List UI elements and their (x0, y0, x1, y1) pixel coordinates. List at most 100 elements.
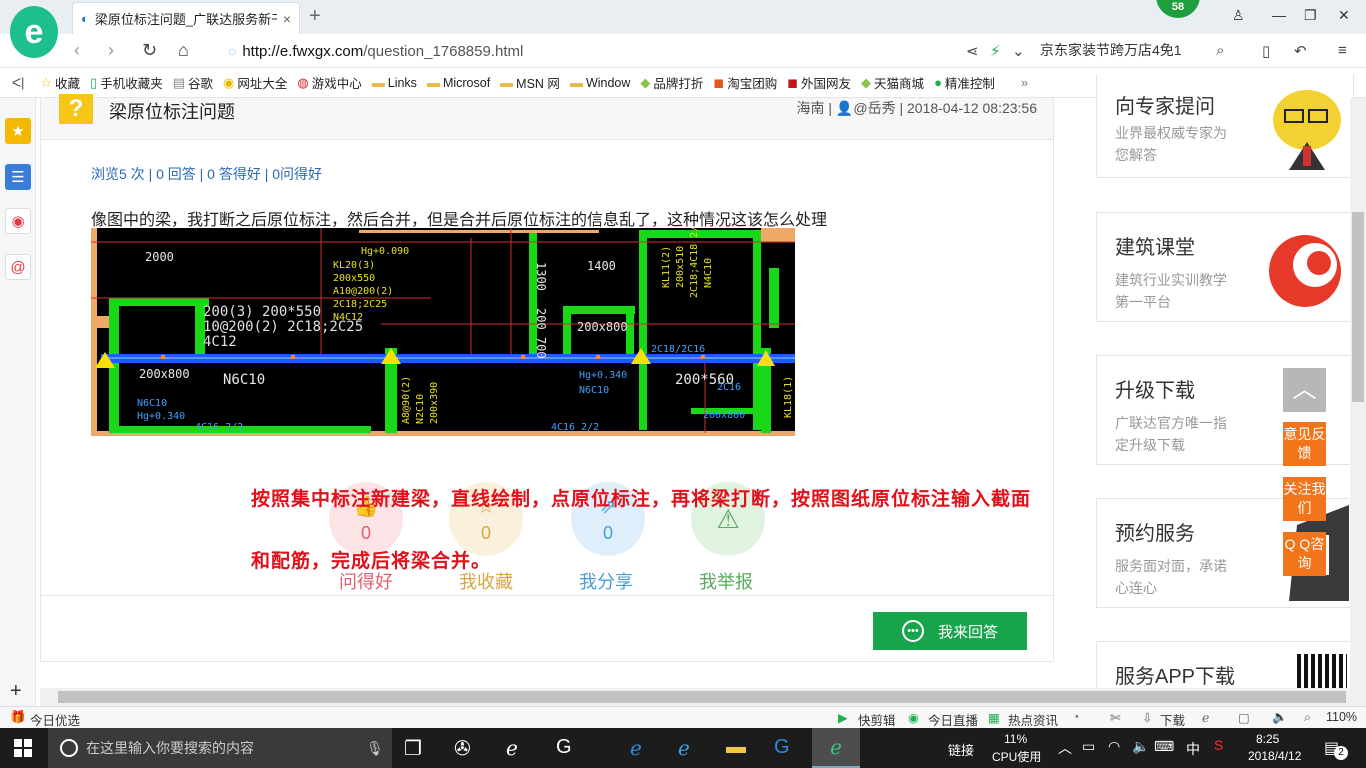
skin-icon[interactable]: ♙ (1232, 7, 1245, 24)
fav-item[interactable]: ▬ Window (570, 75, 630, 90)
chevron-down-icon[interactable]: ⌄ (1012, 42, 1025, 60)
fav-item[interactable]: ◼ 外国网友 (787, 73, 851, 92)
folder-icon: ▬ (569, 75, 583, 90)
taskbar-search-input[interactable]: 在这里输入你要搜索的内容 🎙 (48, 728, 392, 768)
fav-item[interactable]: ▬ Microsof (427, 75, 490, 90)
zoom-level[interactable]: 110% (1326, 710, 1357, 724)
question-mark-icon: ? (59, 94, 93, 124)
fav-item[interactable]: ▤ 谷歌 (173, 73, 213, 92)
glodon-app-icon[interactable]: G (774, 736, 790, 759)
browser-tab[interactable]: ◐ 梁原位标注问题_广联达服务新干 × (72, 2, 300, 34)
mail-icon[interactable]: @ (5, 254, 31, 280)
horizontal-scrollbar[interactable] (40, 688, 1366, 706)
clock-date[interactable]: 2018/4/12 (1248, 749, 1301, 763)
task-view-icon[interactable]: ❐ (404, 736, 422, 761)
zoom-icon[interactable]: ⌕ (1304, 710, 1311, 725)
maximize-button[interactable]: ❐ (1304, 7, 1317, 24)
download-link[interactable]: 下载 (1160, 710, 1185, 729)
fav-item[interactable]: ◍ 游戏中心 (297, 73, 361, 92)
mobile-icon[interactable]: ▯ (1262, 42, 1270, 60)
file-explorer-icon[interactable]: ▬ (726, 736, 746, 759)
microphone-icon[interactable]: 🎙 (366, 740, 384, 757)
url-field[interactable]: ◌ http://e.fwxgx.com/question_1768859.ht… (228, 40, 988, 62)
live-link[interactable]: 今日直播 (928, 710, 978, 729)
favorites-star-icon[interactable]: ★ (5, 118, 31, 144)
quick-clip-link[interactable]: 快剪辑 (858, 710, 896, 729)
refresh-icon[interactable]: ↻ (142, 40, 157, 61)
scroll-thumb[interactable] (1352, 212, 1364, 402)
weibo-icon[interactable]: ◉ (5, 208, 31, 234)
undo-icon[interactable]: ↶ (1294, 42, 1307, 60)
card-building-class[interactable]: 建筑课堂 建筑行业实训教学第一平台 (1096, 212, 1354, 322)
qq-consult-button[interactable]: Q Q咨询 (1283, 532, 1326, 576)
battery-icon[interactable]: ▭ (1082, 738, 1095, 755)
fav-item[interactable]: ◼ 淘宝团购 (713, 73, 777, 92)
windows-start-icon[interactable] (0, 728, 46, 768)
window-icon[interactable]: ▢ (1238, 710, 1250, 725)
app-g-icon[interactable]: G (556, 736, 572, 759)
back-to-top-button[interactable]: ︿ (1283, 368, 1326, 412)
volume-icon[interactable]: 🔈 (1272, 710, 1288, 725)
today-picks-link[interactable]: 今日优选 (30, 710, 80, 729)
fav-item[interactable]: ◉ 网址大全 (223, 73, 287, 92)
fav-item[interactable]: ▬ Links (372, 75, 417, 90)
follow-us-button[interactable]: 关注我们 (1283, 477, 1326, 521)
browser-logo-icon[interactable]: e (10, 6, 58, 58)
card-app-download[interactable]: 服务APP下载 (1096, 641, 1354, 692)
speaker-icon[interactable]: 🔈 (1132, 738, 1149, 755)
minimize-button[interactable]: — (1272, 7, 1286, 23)
author-link[interactable]: @岳秀 (853, 100, 895, 116)
lightning-icon[interactable]: ⚡ (990, 42, 1001, 60)
favorites-toggle-icon[interactable]: ᐸ| (12, 75, 24, 90)
news-link[interactable]: 热点资讯 (1008, 710, 1058, 729)
sogou-icon[interactable]: S (1214, 737, 1223, 753)
fav-item[interactable]: ▯ 手机收藏夹 (90, 73, 163, 92)
scroll-thumb[interactable] (58, 691, 1346, 703)
new-tab-button[interactable]: + (309, 5, 321, 28)
home-icon[interactable]: ⌂ (178, 40, 189, 61)
chevron-up-icon[interactable]: ︿ (1058, 738, 1072, 758)
download-icon[interactable]: ⇩ (1142, 710, 1152, 725)
ie-taskbar-icon[interactable]: ℯ (678, 736, 690, 761)
360-browser-taskbar-icon[interactable]: ℯ (812, 728, 860, 768)
edge-icon[interactable]: ℯ (506, 736, 518, 761)
notification-count: 2 (1334, 746, 1348, 760)
feedback-button[interactable]: 意见反馈 (1283, 422, 1326, 466)
reading-list-icon[interactable]: ☰ (5, 164, 31, 190)
answer-button[interactable]: ••• 我来回答 (873, 612, 1027, 650)
timestamp: 2018-04-12 08:23:56 (907, 100, 1037, 116)
links-toolbar[interactable]: 链接 (948, 740, 974, 759)
vertical-scrollbar[interactable] (1350, 98, 1366, 688)
cad-label: Hg+0.340 (579, 370, 627, 381)
fav-item[interactable]: ▬ MSN 网 (500, 73, 560, 92)
ie-icon[interactable]: ℯ (1202, 710, 1209, 725)
more-favorites-icon[interactable]: » (1021, 76, 1028, 90)
card-ask-expert[interactable]: 向专家提问 业界最权威专家为您解答 (1096, 74, 1354, 178)
tab-close-icon[interactable]: × (283, 11, 291, 27)
fav-item[interactable]: ◆ 品牌打折 (640, 73, 703, 92)
speed-icon[interactable]: ◔ (1072, 710, 1080, 724)
share-icon[interactable]: ⋖ (966, 42, 979, 60)
menu-icon[interactable]: ≡ (1338, 42, 1347, 59)
wifi-icon[interactable]: ◠ (1108, 738, 1120, 755)
fav-label: 品牌打折 (653, 77, 704, 91)
clock-time[interactable]: 8:25 (1256, 732, 1279, 746)
fav-item[interactable]: ◆ 天猫商城 (861, 73, 924, 92)
forward-icon[interactable]: › (108, 40, 114, 61)
fav-label: 网址大全 (237, 77, 288, 91)
keyboard-icon[interactable]: ⌨ (1154, 738, 1174, 755)
fan-app-icon[interactable]: ✇ (454, 736, 471, 761)
search-icon[interactable]: ⌕ (1216, 42, 1224, 59)
tool-icon[interactable]: ✄ (1110, 710, 1120, 725)
cad-drawing-image[interactable]: 2000 Hg+0.090 KL20(3) 200x550 A10@200(2)… (91, 228, 795, 436)
back-icon[interactable]: ‹ (74, 40, 80, 61)
notification-badge[interactable]: 58 (1156, 0, 1200, 18)
fav-item[interactable]: ☆ 收藏 (40, 73, 80, 92)
cad-label: 4C16 2/2 (195, 422, 243, 433)
add-icon[interactable]: + (10, 680, 22, 703)
edge-blue-icon[interactable]: ℯ (630, 736, 642, 761)
ime-indicator[interactable]: 中 (1186, 739, 1200, 759)
fav-item[interactable]: ● 精准控制 (934, 73, 995, 92)
search-input[interactable]: 京东家装节跨万店4免1 (1040, 40, 1240, 62)
close-window-button[interactable]: ✕ (1338, 7, 1350, 24)
